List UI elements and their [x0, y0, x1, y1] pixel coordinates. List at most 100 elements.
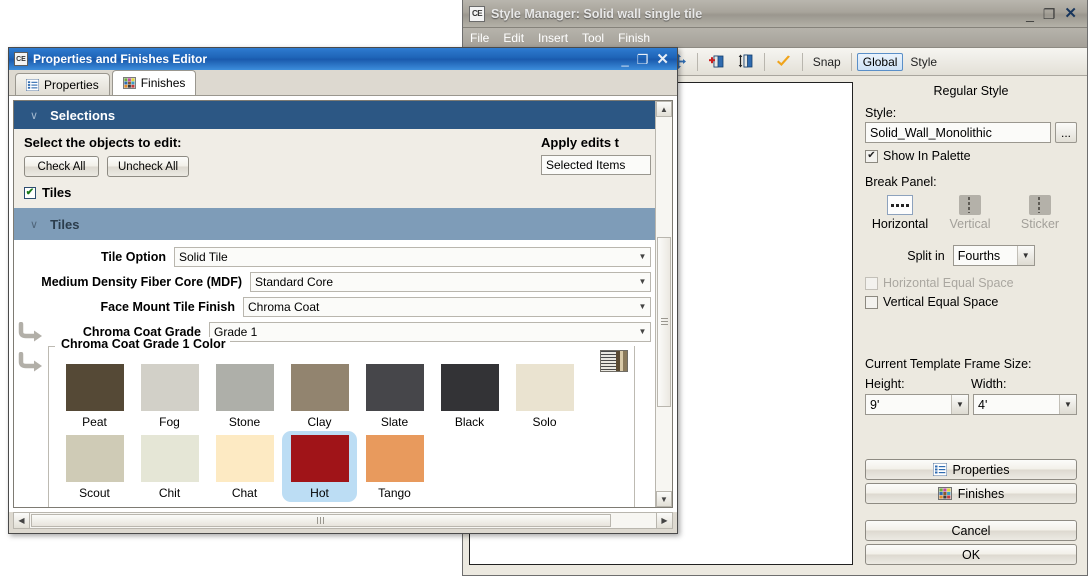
toolbar-approve-tool[interactable] — [770, 51, 797, 72]
swatch-label: Clay — [307, 415, 332, 429]
selections-section-header[interactable]: ∨ Selections — [14, 101, 655, 129]
toolbar-panel-height-tool[interactable] — [732, 51, 759, 72]
ok-button[interactable]: OK — [865, 544, 1077, 565]
horizontal-label: Horizontal — [871, 217, 929, 231]
swatch-clay[interactable]: Clay — [282, 360, 357, 431]
hscroll-thumb[interactable] — [31, 514, 611, 527]
face-mount-value: Chroma Coat — [248, 299, 320, 314]
swatch-chat[interactable]: Chat — [207, 431, 282, 502]
swatch-color — [365, 364, 424, 411]
show-in-palette-checkbox[interactable]: Show In Palette — [865, 149, 1077, 163]
style-manager-title: Style Manager: Solid wall single tile — [491, 6, 703, 21]
swatch-color — [65, 435, 124, 482]
minimize-icon[interactable]: _ — [1026, 7, 1034, 21]
finishes-button[interactable]: Finishes — [865, 483, 1077, 504]
swatch-black[interactable]: Black — [432, 360, 507, 431]
menu-edit[interactable]: Edit — [502, 31, 525, 45]
swatch-color — [140, 435, 199, 482]
chroma-grade-select[interactable]: Grade 1 ▼ — [209, 321, 651, 342]
menu-tool[interactable]: Tool — [581, 31, 605, 45]
face-mount-select[interactable]: Chroma Coat ▼ — [243, 296, 651, 317]
swatch-peat[interactable]: Peat — [57, 360, 132, 431]
maximize-icon[interactable]: ❐ — [1043, 7, 1056, 21]
apply-edits-value: Selected Items — [546, 158, 626, 172]
properties-button[interactable]: Properties — [865, 459, 1077, 480]
editor-title: Properties and Finishes Editor — [33, 52, 208, 66]
swatch-solo[interactable]: Solo — [507, 360, 582, 431]
width-value: 4' — [978, 397, 988, 412]
scroll-down-button[interactable]: ▼ — [656, 491, 672, 507]
swatch-slate[interactable]: Slate — [357, 360, 432, 431]
swatch-color — [440, 364, 499, 411]
swatch-chit[interactable]: Chit — [132, 431, 207, 502]
editor-horizontal-scrollbar[interactable]: ◀ ▶ — [13, 512, 673, 529]
finishes-palette-icon — [937, 487, 952, 500]
scroll-left-button[interactable]: ◀ — [14, 513, 30, 528]
close-icon[interactable]: ✕ — [656, 52, 669, 67]
tile-option-select[interactable]: Solid Tile ▼ — [174, 246, 651, 267]
legend-thumbnail-icon[interactable] — [600, 350, 628, 372]
swatch-scout[interactable]: Scout — [57, 431, 132, 502]
cancel-button[interactable]: Cancel — [865, 520, 1077, 541]
swatch-color — [140, 364, 199, 411]
chevron-down-icon: ∨ — [30, 218, 39, 231]
browse-style-button[interactable]: ... — [1055, 122, 1077, 143]
checkbox-box — [865, 149, 878, 163]
swatch-stone[interactable]: Stone — [207, 360, 282, 431]
menu-file[interactable]: File — [469, 31, 490, 45]
tab-properties[interactable]: Properties — [15, 73, 110, 95]
tab-finishes[interactable]: Finishes — [111, 70, 197, 95]
swatch-label: Scout — [79, 486, 110, 500]
minimize-icon[interactable]: _ — [622, 53, 629, 66]
uncheck-all-button[interactable]: Uncheck All — [107, 156, 190, 177]
swatch-color — [290, 435, 349, 482]
break-panel-horizontal[interactable]: Horizontal — [865, 195, 935, 231]
properties-and-finishes-editor-dialog: CE Properties and Finishes Editor _ ❐ ✕ … — [8, 47, 678, 534]
style-manager-titlebar[interactable]: CE Style Manager: Solid wall single tile… — [463, 0, 1087, 28]
swatch-color — [365, 435, 424, 482]
tiles-fields: Tile Option Solid Tile ▼ Medium Density … — [14, 240, 655, 346]
hscroll-track[interactable] — [30, 513, 656, 528]
mdf-value: Standard Core — [255, 274, 334, 289]
properties-list-icon — [932, 463, 947, 476]
apply-edits-select[interactable]: Selected Items — [541, 155, 651, 175]
menu-finish[interactable]: Finish — [617, 31, 651, 45]
maximize-icon[interactable]: ❐ — [637, 53, 649, 66]
height-select[interactable]: 9' ▼ — [865, 394, 969, 415]
scroll-right-button[interactable]: ▶ — [656, 513, 672, 528]
tiles-section-header[interactable]: ∨ Tiles — [14, 208, 655, 240]
toolbar-global-button[interactable]: Global — [856, 52, 904, 71]
style-name-input[interactable]: Solid_Wall_Monolithic — [865, 122, 1051, 143]
tiles-selection-checkbox[interactable]: Tiles — [24, 185, 645, 200]
scroll-up-button[interactable]: ▲ — [656, 101, 672, 117]
editor-vertical-scrollbar[interactable]: ▲ ▼ — [655, 101, 672, 507]
editor-form-area: ∨ Selections Select the objects to edit:… — [14, 101, 655, 507]
close-icon[interactable]: ✕ — [1064, 6, 1077, 21]
editor-titlebar[interactable]: CE Properties and Finishes Editor _ ❐ ✕ — [9, 48, 677, 70]
split-in-select[interactable]: Fourths ▼ — [952, 245, 1035, 266]
swatch-hot[interactable]: Hot — [282, 431, 357, 502]
menu-insert[interactable]: Insert — [537, 31, 569, 45]
toolbar-snap-button[interactable]: Snap — [808, 53, 846, 71]
vscroll-thumb[interactable] — [657, 237, 671, 407]
snap-label: Snap — [812, 54, 841, 69]
checkbox-box — [865, 295, 878, 309]
vscroll-track[interactable] — [656, 117, 672, 491]
check-all-button[interactable]: Check All — [24, 156, 99, 177]
color-swatch-grid: Peat Fog Stone Clay Slate Black Solo Scout Chit C… — [57, 360, 626, 502]
vertical-equal-space-checkbox[interactable]: Vertical Equal Space — [865, 295, 1077, 309]
editor-scroll-panel: ∨ Selections Select the objects to edit:… — [13, 100, 673, 508]
width-select[interactable]: 4' ▼ — [973, 394, 1077, 415]
toolbar-style-button[interactable]: Style — [905, 53, 942, 71]
chroma-color-group: Chroma Coat Grade 1 Color Peat Fog Stone Cl… — [48, 337, 635, 507]
swatch-tango[interactable]: Tango — [357, 431, 432, 502]
horizontal-break-icon — [887, 195, 913, 215]
toolbar-add-panel-tool[interactable] — [703, 51, 730, 72]
mdf-select[interactable]: Standard Core ▼ — [250, 271, 651, 292]
editor-content: ∨ Selections Select the objects to edit:… — [9, 96, 677, 512]
chevron-down-icon: ▼ — [638, 327, 647, 336]
swatch-fog[interactable]: Fog — [132, 360, 207, 431]
split-in-label: Split in — [907, 248, 945, 263]
swatch-label: Tango — [378, 486, 411, 500]
height-value: 9' — [870, 397, 880, 412]
